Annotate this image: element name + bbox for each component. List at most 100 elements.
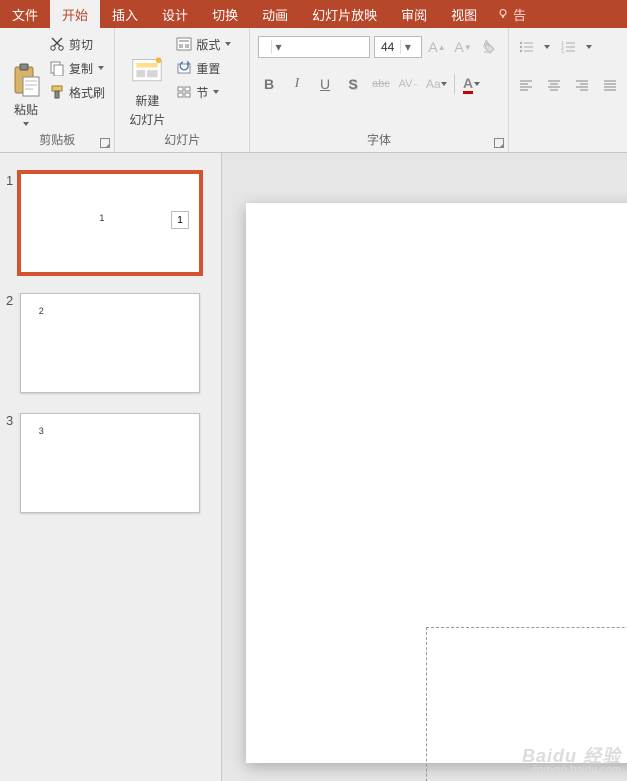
layout-label: 版式 bbox=[196, 36, 220, 53]
char-spacing-button[interactable]: AV↔ bbox=[398, 73, 420, 95]
thumbnail-preview: 2 bbox=[20, 293, 200, 393]
change-case-button[interactable]: Aa bbox=[426, 73, 448, 95]
tell-me[interactable]: 告 bbox=[489, 0, 526, 28]
thumbnail-preview: 1 1 bbox=[20, 173, 200, 273]
slide-thumbnail-panel: 1 1 1 2 2 3 3 bbox=[0, 153, 222, 781]
section-icon bbox=[176, 85, 192, 99]
text-placeholder[interactable] bbox=[426, 627, 627, 781]
slide-content-label: 2 bbox=[39, 306, 44, 316]
group-clipboard: 粘贴 剪切 复制 格式刷 剪贴板 bbox=[0, 28, 115, 152]
workspace: 1 1 1 2 2 3 3 bbox=[0, 153, 627, 781]
slide-thumbnail-3[interactable]: 3 3 bbox=[0, 411, 221, 531]
increase-font-button[interactable]: A▲ bbox=[426, 36, 448, 58]
align-center-button[interactable] bbox=[543, 74, 565, 96]
italic-button[interactable]: I bbox=[286, 73, 308, 95]
layout-icon bbox=[176, 37, 192, 51]
layout-dropdown-icon bbox=[224, 40, 232, 48]
tab-insert[interactable]: 插入 bbox=[100, 0, 150, 28]
slides-group-label: 幻灯片 bbox=[115, 130, 249, 152]
tab-design[interactable]: 设计 bbox=[150, 0, 200, 28]
copy-dropdown-icon bbox=[97, 64, 105, 72]
new-slide-label1: 新建 bbox=[135, 92, 159, 109]
tab-review[interactable]: 审阅 bbox=[389, 0, 439, 28]
section-dropdown-icon bbox=[212, 88, 220, 96]
text-shadow-button[interactable]: S bbox=[342, 73, 364, 95]
ribbon-tabbar: 文件 开始 插入 设计 切换 动画 幻灯片放映 审阅 视图 告 bbox=[0, 0, 627, 28]
copy-button[interactable]: 复制 bbox=[46, 56, 108, 80]
clipboard-launcher[interactable] bbox=[100, 138, 110, 148]
paste-dropdown-icon bbox=[22, 120, 30, 128]
section-button[interactable]: 节 bbox=[173, 80, 235, 104]
svg-text:3: 3 bbox=[561, 51, 564, 54]
align-right-button[interactable] bbox=[571, 74, 593, 96]
group-paragraph: 123 bbox=[509, 28, 627, 152]
slide-thumbnail-1[interactable]: 1 1 1 bbox=[0, 171, 221, 291]
new-slide-icon bbox=[131, 56, 163, 86]
align-right-icon bbox=[574, 78, 590, 92]
clear-format-button[interactable]: A bbox=[478, 36, 500, 58]
align-justify-button[interactable] bbox=[599, 74, 621, 96]
reset-icon bbox=[176, 61, 192, 75]
tab-transition[interactable]: 切换 bbox=[200, 0, 250, 28]
tab-slideshow[interactable]: 幻灯片放映 bbox=[300, 0, 389, 28]
slide-number: 3 bbox=[6, 413, 20, 513]
bullets-button[interactable] bbox=[515, 36, 537, 58]
slide-canvas[interactable] bbox=[222, 153, 627, 781]
ribbon: 粘贴 剪切 复制 格式刷 剪贴板 bbox=[0, 28, 627, 153]
tab-home[interactable]: 开始 bbox=[50, 0, 100, 28]
reset-button[interactable]: 重置 bbox=[173, 56, 235, 80]
slide-thumbnail-2[interactable]: 2 2 bbox=[0, 291, 221, 411]
slide-content-label: 3 bbox=[39, 426, 44, 436]
new-slide-button[interactable]: 新建 幻灯片 bbox=[121, 32, 173, 130]
paste-icon bbox=[12, 63, 40, 97]
slide-content-label: 1 bbox=[99, 213, 104, 223]
new-slide-label2: 幻灯片 bbox=[129, 111, 165, 128]
eraser-icon: A bbox=[481, 39, 497, 55]
font-launcher[interactable] bbox=[494, 138, 504, 148]
slide-number: 2 bbox=[6, 293, 20, 393]
cut-button[interactable]: 剪切 bbox=[46, 32, 108, 56]
group-font: ▾ 44 ▾ A▲ A▼ A B I U S abc AV↔ bbox=[250, 28, 509, 152]
paste-button[interactable]: 粘贴 bbox=[6, 32, 46, 130]
dropdown-icon bbox=[473, 80, 481, 88]
decrease-font-button[interactable]: A▼ bbox=[452, 36, 474, 58]
painter-label: 格式刷 bbox=[69, 84, 105, 101]
dropdown-icon: ▾ bbox=[400, 40, 414, 54]
tell-me-label: 告 bbox=[513, 5, 526, 24]
align-left-button[interactable] bbox=[515, 74, 537, 96]
font-group-label: 字体 bbox=[250, 130, 508, 152]
bold-button[interactable]: B bbox=[258, 73, 280, 95]
tab-animation[interactable]: 动画 bbox=[250, 0, 300, 28]
align-left-icon bbox=[518, 78, 534, 92]
font-color-button[interactable]: A bbox=[461, 73, 483, 95]
copy-icon bbox=[49, 60, 65, 76]
align-center-icon bbox=[546, 78, 562, 92]
font-name-combo[interactable]: ▾ bbox=[258, 36, 370, 58]
copy-label: 复制 bbox=[69, 60, 93, 77]
paste-label: 粘贴 bbox=[14, 101, 38, 118]
layout-button[interactable]: 版式 bbox=[173, 32, 235, 56]
cut-label: 剪切 bbox=[69, 36, 93, 53]
numbering-button[interactable]: 123 bbox=[557, 36, 579, 58]
group-slides: 新建 幻灯片 版式 重置 节 幻灯片 bbox=[115, 28, 250, 152]
current-slide[interactable] bbox=[246, 203, 627, 763]
strikethrough-button[interactable]: abc bbox=[370, 73, 392, 95]
format-painter-button[interactable]: 格式刷 bbox=[46, 80, 108, 104]
lightbulb-icon bbox=[497, 8, 509, 20]
font-size-combo[interactable]: 44 ▾ bbox=[374, 36, 422, 58]
clipboard-group-label: 剪贴板 bbox=[0, 130, 114, 152]
svg-text:A: A bbox=[483, 39, 490, 50]
brush-icon bbox=[49, 84, 65, 100]
tab-file[interactable]: 文件 bbox=[0, 0, 50, 28]
numbering-icon: 123 bbox=[560, 40, 576, 54]
reset-label: 重置 bbox=[196, 60, 220, 77]
thumbnail-preview: 3 bbox=[20, 413, 200, 513]
section-label: 节 bbox=[196, 84, 208, 101]
tab-view[interactable]: 视图 bbox=[439, 0, 489, 28]
dropdown-icon bbox=[543, 43, 551, 51]
underline-button[interactable]: U bbox=[314, 73, 336, 95]
dropdown-icon bbox=[585, 43, 593, 51]
scissors-icon bbox=[49, 36, 65, 52]
dropdown-icon: ▾ bbox=[271, 40, 285, 54]
slide-number: 1 bbox=[6, 173, 20, 273]
